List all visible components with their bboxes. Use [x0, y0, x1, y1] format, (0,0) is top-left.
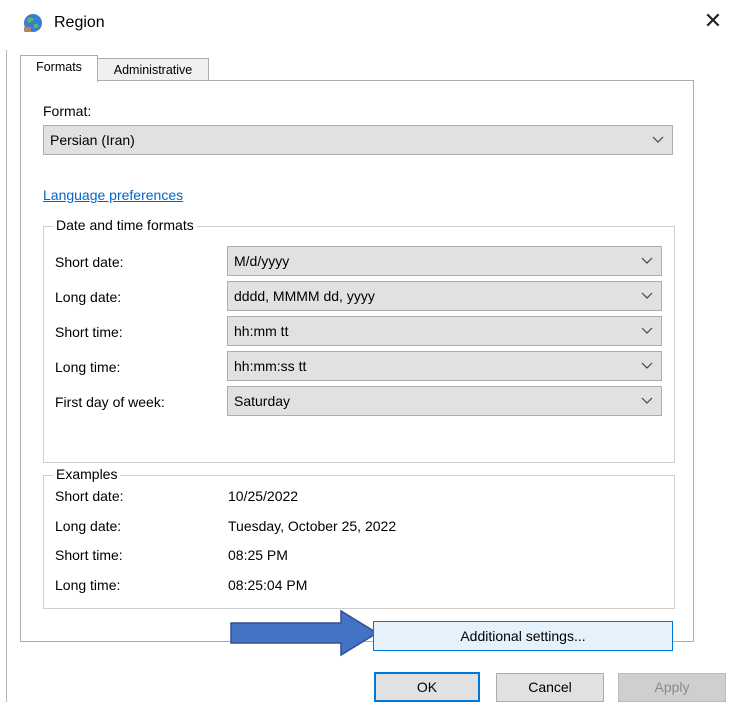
- apply-button[interactable]: Apply: [618, 673, 726, 702]
- example-short-date-label: Short date:: [55, 488, 124, 504]
- window-left-border: [6, 50, 7, 702]
- long-date-dropdown[interactable]: dddd, MMMM dd, yyyy: [227, 281, 662, 311]
- close-icon[interactable]: ✕: [700, 8, 726, 34]
- example-short-date-value: 10/25/2022: [228, 488, 299, 504]
- format-dropdown-value: Persian (Iran): [50, 132, 135, 148]
- example-short-time-label: Short time:: [55, 547, 123, 563]
- tab-formats[interactable]: Formats: [20, 55, 98, 82]
- example-long-date-label: Long date:: [55, 518, 122, 534]
- long-time-value: hh:mm:ss tt: [234, 358, 307, 374]
- example-long-time-value: 08:25:04 PM: [228, 577, 308, 593]
- date-time-formats-title: Date and time formats: [53, 217, 197, 233]
- chevron-down-icon: [641, 247, 653, 265]
- format-label: Format:: [43, 103, 92, 119]
- chevron-down-icon: [641, 387, 653, 405]
- examples-group: [43, 475, 675, 609]
- globe-icon: [22, 12, 44, 34]
- language-preferences-link[interactable]: Language preferences: [43, 187, 183, 203]
- formats-panel: Format: Persian (Iran) Language preferen…: [20, 80, 694, 657]
- additional-settings-button[interactable]: Additional settings...: [373, 621, 673, 651]
- examples-title: Examples: [53, 466, 121, 482]
- first-day-of-week-label: First day of week:: [55, 394, 165, 410]
- example-long-date-value: Tuesday, October 25, 2022: [228, 518, 397, 534]
- chevron-down-icon: [641, 317, 653, 335]
- long-date-value: dddd, MMMM dd, yyyy: [234, 288, 375, 304]
- short-time-value: hh:mm tt: [234, 323, 289, 339]
- cancel-button[interactable]: Cancel: [496, 673, 604, 702]
- example-short-time-value: 08:25 PM: [228, 547, 288, 563]
- short-time-label: Short time:: [55, 324, 123, 340]
- short-date-dropdown[interactable]: M/d/yyyy: [227, 246, 662, 276]
- long-time-dropdown[interactable]: hh:mm:ss tt: [227, 351, 662, 381]
- format-dropdown[interactable]: Persian (Iran): [43, 125, 673, 155]
- tab-administrative[interactable]: Administrative: [97, 58, 209, 81]
- chevron-down-icon: [652, 126, 664, 144]
- window-title: Region: [54, 14, 105, 31]
- short-date-value: M/d/yyyy: [234, 253, 290, 269]
- first-day-of-week-value: Saturday: [234, 393, 291, 409]
- short-time-dropdown[interactable]: hh:mm tt: [227, 316, 662, 346]
- first-day-of-week-dropdown[interactable]: Saturday: [227, 386, 662, 416]
- chevron-down-icon: [641, 282, 653, 300]
- ok-button[interactable]: OK: [374, 672, 480, 702]
- short-date-label: Short date:: [55, 254, 124, 270]
- long-date-label: Long date:: [55, 289, 122, 305]
- long-time-label: Long time:: [55, 359, 121, 375]
- pointer-arrow-icon: [230, 609, 379, 657]
- example-long-time-label: Long time:: [55, 577, 121, 593]
- chevron-down-icon: [641, 352, 653, 370]
